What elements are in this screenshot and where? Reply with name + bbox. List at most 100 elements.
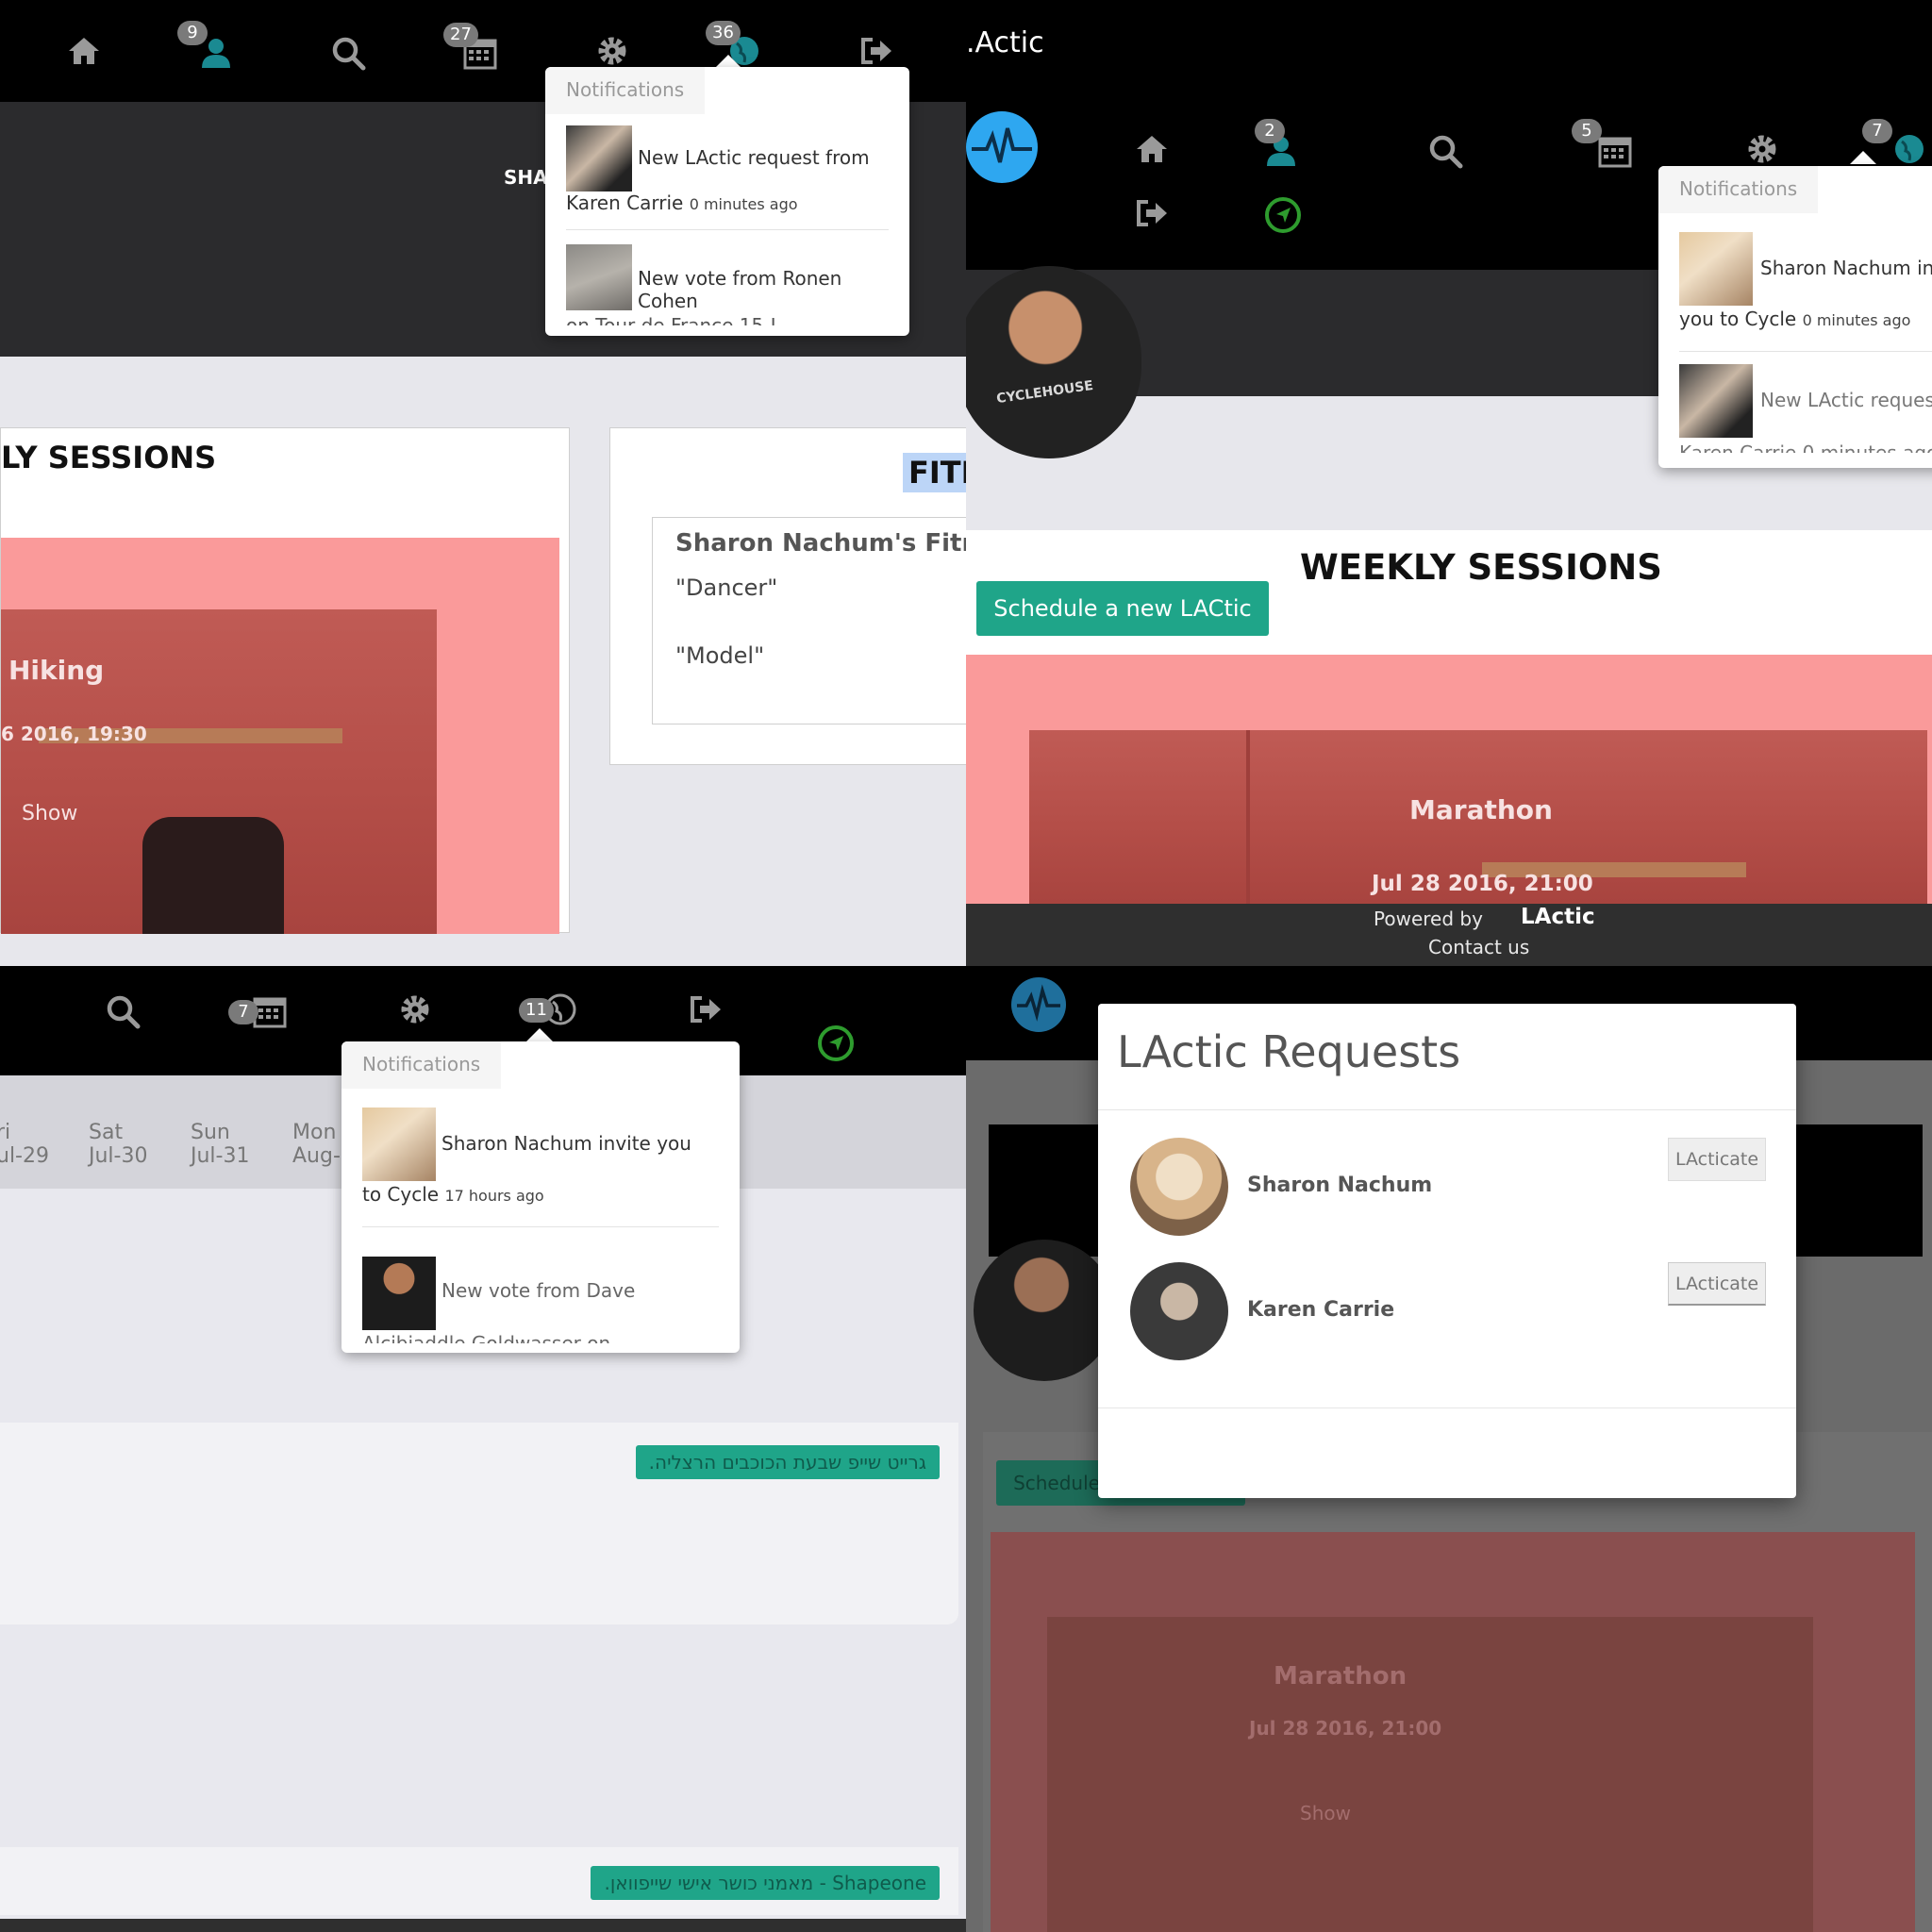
notification-line[interactable]: New vote from Ronen Cohen <box>638 267 889 312</box>
footer-edge <box>0 1919 966 1932</box>
session-slide[interactable]: Hiking 6 2016, 19:30 Show <box>1 538 559 934</box>
lacticate-button[interactable]: LActicate <box>1668 1138 1766 1181</box>
wall-edge <box>1246 730 1250 904</box>
notification-line[interactable]: New vote from Dave <box>441 1279 719 1302</box>
notifications-title: Notifications <box>545 67 706 114</box>
session-show-link: Show <box>1300 1802 1351 1824</box>
calendar-badge: 7 <box>228 1000 258 1024</box>
screen-notifications-fitness: 9 27 36 SHA Notifications New LActic req… <box>0 0 966 966</box>
globe-badge: 36 <box>706 21 741 45</box>
profile-avatar[interactable]: CYCLEHOUSE <box>966 266 1141 458</box>
session-name: Marathon <box>1409 794 1553 825</box>
profile-name-partial: SHA <box>504 166 548 189</box>
popover-arrow <box>1850 151 1876 164</box>
notification-line[interactable]: Sharon Nachum invite you <box>441 1132 719 1155</box>
weekly-sessions-card: LY SESSIONS Hiking 6 2016, 19:30 Show <box>0 427 570 934</box>
day-column[interactable]: Mon Aug- <box>292 1121 341 1168</box>
brand-link[interactable]: LActic <box>1521 905 1595 929</box>
search-icon[interactable] <box>325 30 371 75</box>
modal-footer-divider <box>1098 1407 1796 1408</box>
session-date: Jul 28 2016, 21:00 <box>1249 1717 1442 1740</box>
weekly-sessions-title: LY SESSIONS <box>1 440 217 475</box>
notifications-title: Notifications <box>341 1041 502 1089</box>
notification-item[interactable]: Karen Carrie 0 minutes ago <box>566 192 889 214</box>
weekly-sessions-title: WEEKLY SESSIONS <box>1300 547 1662 588</box>
day-column[interactable]: ri ul-29 <box>0 1121 49 1168</box>
logout-icon[interactable] <box>1129 191 1174 236</box>
session-slide[interactable]: Marathon Jul 28 2016, 21:00 <box>966 655 1932 904</box>
notifications-popover: Notifications Sharon Nachum in you to Cy… <box>1658 166 1932 468</box>
day-column[interactable]: Sun Jul-31 <box>191 1121 249 1168</box>
contact-link[interactable]: Contact us <box>1428 936 1529 958</box>
ronen-avatar <box>566 244 632 310</box>
requester-name: Karen Carrie <box>1247 1298 1395 1322</box>
lactic-requests-modal: LActic Requests Sharon Nachum LActicate … <box>1098 1004 1796 1498</box>
day-name: Mon <box>292 1121 337 1144</box>
session-card: Shapeone - מאמני כושר אישי שייפוואן. <box>0 1847 958 1915</box>
location-arrow-icon[interactable] <box>813 1021 858 1066</box>
home-icon[interactable] <box>61 28 107 74</box>
separator <box>1679 351 1932 352</box>
notifications-title: Notifications <box>1658 166 1819 213</box>
session-name: Marathon <box>1274 1662 1407 1690</box>
schedule-button[interactable]: Schedule a new LACtic <box>976 581 1269 636</box>
sharon-avatar <box>362 1108 436 1181</box>
location-tag[interactable]: גרייט שייפ שבעת הכוכבים הרצליה. <box>635 1445 940 1479</box>
location-arrow-icon[interactable] <box>1260 192 1306 238</box>
notifications-popover: Notifications Sharon Nachum invite you t… <box>341 1041 740 1353</box>
search-icon[interactable] <box>1423 128 1468 174</box>
gear-icon[interactable] <box>392 987 438 1032</box>
shirt-shape <box>142 817 284 934</box>
footer: Powered by LActic Contact us <box>966 904 1932 966</box>
fitness-box-title: Sharon Nachum's Fitn <box>675 529 966 558</box>
notification-text: you to Cycle <box>1679 308 1797 330</box>
weekly-sessions-panel: WEEKLY SESSIONS Schedule a new LACtic Ma… <box>966 530 1932 904</box>
fitness-title: FITI <box>903 453 966 492</box>
notification-line[interactable]: New LActic reques <box>1760 389 1932 411</box>
notification-line[interactable]: Sharon Nachum in <box>1760 257 1932 279</box>
avatar-shirt-text: CYCLEHOUSE <box>995 377 1094 408</box>
fitness-item: "Model" <box>675 642 765 669</box>
day-date: Jul-30 <box>89 1144 148 1168</box>
session-date: 6 2016, 19:30 <box>1 723 147 745</box>
day-date: ul-29 <box>0 1144 49 1168</box>
lacticate-button[interactable]: LActicate <box>1668 1262 1766 1306</box>
session-show-link[interactable]: Show <box>22 802 77 825</box>
globe-badge: 7 <box>1862 119 1892 143</box>
location-tag[interactable]: Shapeone - מאמני כושר אישי שייפוואן. <box>591 1866 940 1900</box>
day-date: Jul-31 <box>191 1144 250 1168</box>
karen-avatar <box>566 125 632 192</box>
notifications-popover: Notifications New LActic request from Ka… <box>545 67 909 336</box>
day-name: Sun <box>191 1121 230 1144</box>
requester-name: Sharon Nachum <box>1247 1174 1433 1197</box>
app-title: .Actic <box>966 26 1044 59</box>
separator <box>362 1226 719 1227</box>
calendar-badge: 5 <box>1572 119 1602 143</box>
pulse-logo-icon[interactable] <box>966 111 1038 183</box>
screen-weekly-sessions: .Actic 2 5 7 CYCLEHOUSE Notifications Sh… <box>966 0 1932 966</box>
gear-icon[interactable] <box>1740 126 1785 172</box>
notification-text: to Cycle <box>362 1183 440 1206</box>
users-badge: 9 <box>177 21 208 45</box>
dim-sessions-panel: Schedule a new LACtic Marathon Jul 28 20… <box>983 1432 1932 1932</box>
notification-line-cut: Alcibiaddle Goldwasser on <box>362 1332 611 1343</box>
notification-line[interactable]: New LActic request from <box>638 146 889 169</box>
modal-header-divider <box>1098 1109 1796 1110</box>
search-icon[interactable] <box>100 989 145 1034</box>
globe-icon[interactable] <box>1887 126 1932 172</box>
sharon-avatar <box>1130 1138 1228 1236</box>
day-name: Sat <box>89 1121 124 1144</box>
popover-arrow <box>526 1028 553 1041</box>
notification-item[interactable]: you to Cycle 0 minutes ago <box>1679 308 1932 330</box>
screen-calendar-notifications: 7 11 ri ul-29 Sat Jul-30 Sun Jul-31 Mon <box>0 966 966 1932</box>
session-slide-dimmed: Marathon Jul 28 2016, 21:00 Show <box>991 1532 1915 1932</box>
day-column[interactable]: Sat Jul-30 <box>89 1121 147 1168</box>
powered-by-text: Powered by <box>1374 908 1483 930</box>
home-icon[interactable] <box>1129 126 1174 172</box>
notification-item[interactable]: to Cycle 17 hours ago <box>362 1183 719 1206</box>
logout-icon[interactable] <box>683 987 728 1032</box>
profile-avatar-dimmed <box>974 1240 1115 1381</box>
pulse-logo-icon <box>1011 977 1066 1032</box>
separator <box>566 229 889 230</box>
notification-time: 0 minutes ago <box>689 195 798 213</box>
